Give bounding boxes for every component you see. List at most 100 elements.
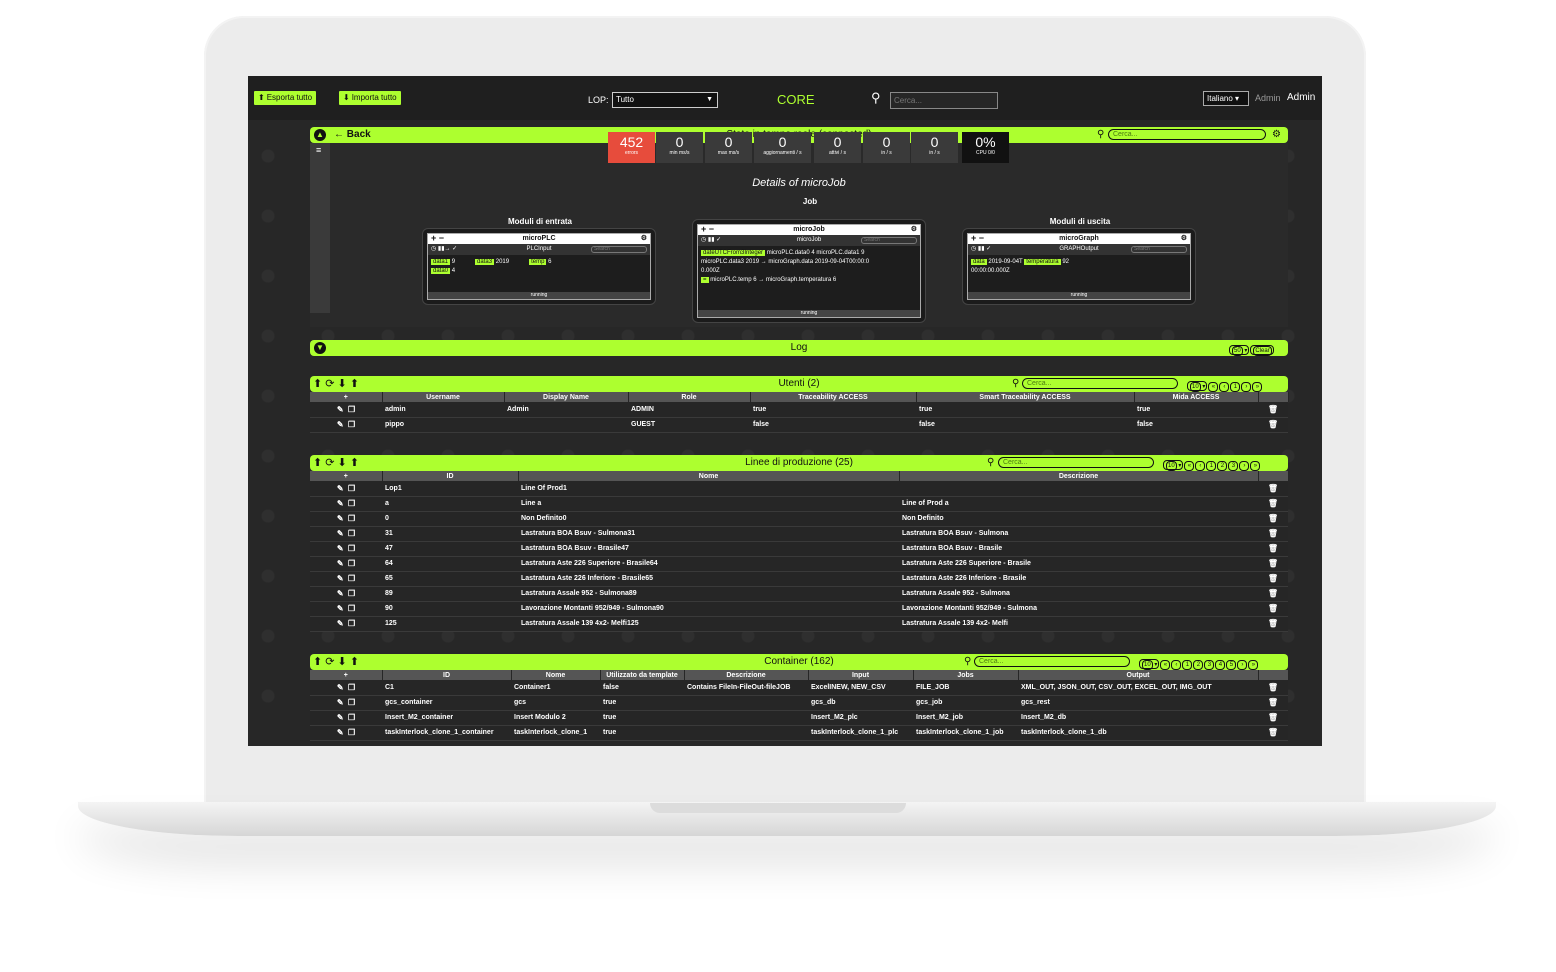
lop-select[interactable]: Tutto ▼ [612, 92, 718, 108]
plus-minus-icon[interactable]: + − [431, 233, 444, 243]
plus-minus-icon[interactable]: + − [971, 233, 984, 243]
edit-icon[interactable]: ✎ [337, 544, 344, 553]
trash-icon[interactable]: 🗑 [1258, 601, 1288, 617]
search-input[interactable]: Cerca... [890, 92, 998, 109]
trash-icon[interactable]: 🗑 [1258, 402, 1288, 418]
copy-icon[interactable]: ❐ [348, 484, 355, 493]
column-header[interactable]: Jobs [913, 670, 1019, 680]
add-row-button[interactable]: + [310, 471, 383, 481]
trash-icon[interactable]: 🗑 [1258, 541, 1288, 557]
copy-icon[interactable]: ❐ [348, 544, 355, 553]
page-size-select[interactable]: 10 ▾ [1187, 381, 1208, 392]
column-header[interactable]: Role [628, 392, 751, 402]
copy-icon[interactable]: ❐ [348, 713, 355, 722]
gear-icon[interactable]: ⚙ [911, 225, 917, 235]
trash-icon[interactable]: 🗑 [1258, 496, 1288, 512]
edit-icon[interactable]: ✎ [337, 698, 344, 707]
edit-icon[interactable]: ✎ [337, 514, 344, 523]
plus-minus-icon[interactable]: + − [701, 224, 714, 234]
clear-button[interactable]: Clear [1250, 345, 1274, 356]
column-header[interactable]: Utilizzato da template [600, 670, 685, 680]
trash-icon[interactable]: 🗑 [1258, 586, 1288, 602]
gear-icon[interactable]: ⚙ [1272, 127, 1281, 143]
add-row-button[interactable]: + [310, 392, 383, 402]
edit-icon[interactable]: ✎ [337, 405, 344, 414]
copy-icon[interactable]: ❐ [348, 683, 355, 692]
export-all-button[interactable]: ⬆ Esporta tutto [254, 91, 317, 105]
trash-icon[interactable]: 🗑 [1258, 417, 1288, 433]
edit-icon[interactable]: ✎ [337, 559, 344, 568]
user-name[interactable]: Admin [1287, 92, 1315, 103]
controls-icon[interactable]: ◷ ▮▮→ ✓ [431, 244, 457, 255]
copy-icon[interactable]: ❐ [348, 514, 355, 523]
edit-icon[interactable]: ✎ [337, 713, 344, 722]
column-header[interactable]: Mida ACCESS [1134, 392, 1259, 402]
controls-icon[interactable]: ◷ ▮▮ ✓ [701, 235, 721, 246]
edit-icon[interactable]: ✎ [337, 683, 344, 692]
column-header[interactable]: Traceability ACCESS [750, 392, 917, 402]
input-card-header: + − microPLC ⚙ [428, 233, 650, 244]
realtime-search[interactable]: Cerca... [1108, 129, 1266, 140]
gear-icon[interactable]: ⚙ [1181, 234, 1187, 244]
edit-icon[interactable]: ✎ [337, 589, 344, 598]
trash-icon[interactable]: 🗑 [1258, 710, 1288, 726]
trash-icon[interactable]: 🗑 [1258, 680, 1288, 696]
copy-icon[interactable]: ❐ [348, 405, 355, 414]
containers-search[interactable]: Cerca... [974, 656, 1130, 667]
copy-icon[interactable]: ❐ [348, 574, 355, 583]
edit-icon[interactable]: ✎ [337, 529, 344, 538]
lines-search[interactable]: Cerca... [998, 457, 1154, 468]
containers-pager[interactable]: 10 ▾ «‹ 1 2 3 4 5 ›» [1138, 657, 1259, 670]
column-header[interactable]: Smart Traceability ACCESS [916, 392, 1135, 402]
realtime-sidebar[interactable]: ≡ [310, 143, 330, 313]
copy-icon[interactable]: ❐ [348, 728, 355, 737]
trash-icon[interactable]: 🗑 [1258, 556, 1288, 572]
column-header[interactable]: Descrizione [899, 471, 1259, 481]
users-search[interactable]: Cerca... [1022, 378, 1178, 389]
edit-icon[interactable]: ✎ [337, 728, 344, 737]
column-header[interactable]: Descrizione [684, 670, 809, 680]
copy-icon[interactable]: ❐ [348, 698, 355, 707]
lines-pager[interactable]: 10 ▾ «‹ 1 2 3 ›» [1162, 458, 1261, 471]
column-header[interactable]: ID [382, 471, 519, 481]
column-header[interactable]: Username [382, 392, 505, 402]
copy-icon[interactable]: ❐ [348, 604, 355, 613]
page-size-select[interactable]: 50 ▾ [1229, 345, 1250, 356]
card-search-input[interactable]: Search [1131, 246, 1187, 253]
trash-icon[interactable]: 🗑 [1258, 725, 1288, 741]
copy-icon[interactable]: ❐ [348, 559, 355, 568]
trash-icon[interactable]: 🗑 [1258, 616, 1288, 632]
edit-icon[interactable]: ✎ [337, 484, 344, 493]
copy-icon[interactable]: ❐ [348, 589, 355, 598]
page-size-select[interactable]: 10 ▾ [1163, 460, 1184, 471]
edit-icon[interactable]: ✎ [337, 619, 344, 628]
column-header[interactable]: ID [382, 670, 512, 680]
controls-icon[interactable]: ◷ ▮▮ ✓ [971, 244, 991, 255]
column-header[interactable]: Nome [511, 670, 601, 680]
edit-icon[interactable]: ✎ [337, 499, 344, 508]
import-all-button[interactable]: ⬇ Importa tutto [339, 91, 401, 105]
card-search-input[interactable]: Search [861, 237, 917, 244]
trash-icon[interactable]: 🗑 [1258, 571, 1288, 587]
copy-icon[interactable]: ❐ [348, 499, 355, 508]
add-row-button[interactable]: + [310, 670, 383, 680]
copy-icon[interactable]: ❐ [348, 420, 355, 429]
edit-icon[interactable]: ✎ [337, 420, 344, 429]
column-header[interactable]: Nome [518, 471, 900, 481]
edit-icon[interactable]: ✎ [337, 604, 344, 613]
column-header[interactable]: Input [808, 670, 914, 680]
copy-icon[interactable]: ❐ [348, 619, 355, 628]
trash-icon[interactable]: 🗑 [1258, 695, 1288, 711]
gear-icon[interactable]: ⚙ [641, 234, 647, 244]
trash-icon[interactable]: 🗑 [1258, 481, 1288, 497]
card-search-input[interactable]: Search [591, 246, 647, 253]
trash-icon[interactable]: 🗑 [1258, 511, 1288, 527]
page-size-select[interactable]: 10 ▾ [1139, 659, 1160, 670]
column-header[interactable]: Display Name [504, 392, 629, 402]
trash-icon[interactable]: 🗑 [1258, 526, 1288, 542]
language-select[interactable]: Italiano ▾ [1203, 91, 1249, 106]
column-header[interactable]: Output [1018, 670, 1259, 680]
copy-icon[interactable]: ❐ [348, 529, 355, 538]
users-pager[interactable]: 10 ▾ «‹ 1 ›» [1186, 379, 1263, 392]
edit-icon[interactable]: ✎ [337, 574, 344, 583]
